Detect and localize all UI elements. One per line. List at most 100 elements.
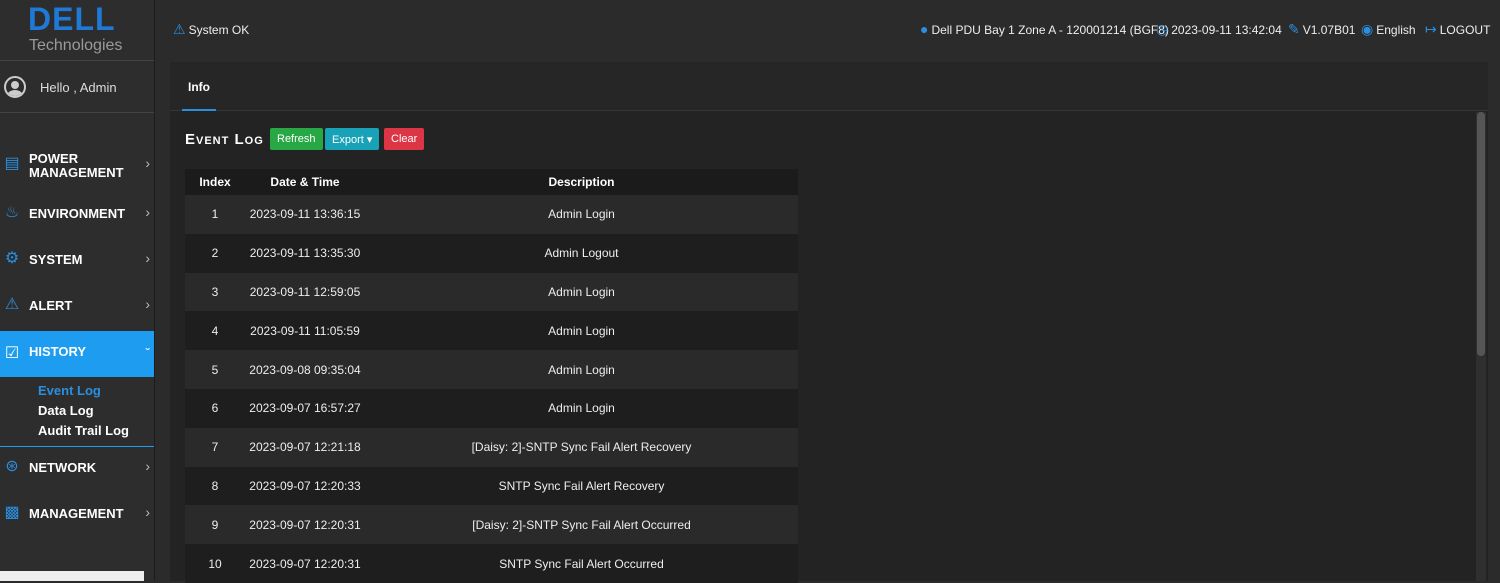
- thermometer-icon: ♨: [4, 204, 20, 221]
- nav-label-management-sub: MANAGEMENT: [29, 165, 124, 180]
- cell-datetime: 2023-09-11 13:35:30: [245, 233, 365, 273]
- nav-label-management: MANAGEMENT: [29, 506, 124, 521]
- chevron-right-icon: ›: [145, 504, 150, 520]
- monitor-plug-icon: ▤: [4, 155, 20, 172]
- sidebar-item-power-management[interactable]: ▤ POWER MANAGEMENT ›: [0, 141, 154, 187]
- cell-description: [Daisy: 2]-SNTP Sync Fail Alert Recovery: [365, 427, 798, 467]
- cell-description: Admin Login: [365, 272, 798, 312]
- cell-datetime: 2023-09-07 16:57:27: [245, 388, 365, 428]
- siren-icon: ⚠: [4, 296, 20, 313]
- chevron-right-icon: ›: [145, 296, 150, 312]
- brand-name: DELL: [28, 1, 116, 37]
- cell-description: Admin Login: [365, 195, 798, 234]
- clear-button[interactable]: Clear: [384, 128, 425, 150]
- sidebar-item-management[interactable]: ▩ MANAGEMENT ›: [0, 490, 154, 536]
- chevron-right-icon: ›: [145, 250, 150, 266]
- sidebar-item-history[interactable]: ☑ HISTORY ˇ: [0, 331, 154, 377]
- tab-info[interactable]: Info: [188, 80, 210, 94]
- cell-description: Admin Login: [365, 350, 798, 389]
- device-location: ● Dell PDU Bay 1 Zone A - 120001214 (BGF8…: [920, 21, 1169, 37]
- table-row: 6 2023-09-07 16:57:27 Admin Login: [185, 388, 798, 428]
- cell-datetime: 2023-09-07 12:21:18: [245, 427, 365, 467]
- brand-subtitle: Technologies: [29, 37, 123, 54]
- cell-datetime: 2023-09-07 12:20:33: [245, 466, 365, 506]
- table-row: 5 2023-09-08 09:35:04 Admin Login: [185, 350, 798, 389]
- cell-description: SNTP Sync Fail Alert Occurred: [365, 544, 798, 583]
- column-header-datetime: Date & Time: [245, 169, 365, 195]
- wifi-antenna-icon: ⊛: [5, 458, 19, 475]
- event-log-table: Index Date & Time Description 1 2023-09-1…: [185, 169, 798, 583]
- export-dropdown-button[interactable]: Export ▾: [325, 128, 380, 150]
- cell-datetime: 2023-09-07 12:20:31: [245, 505, 365, 545]
- globe-icon: ◉: [1361, 21, 1374, 37]
- nav-label-system: SYSTEM: [29, 252, 83, 267]
- cell-description: [Daisy: 2]-SNTP Sync Fail Alert Occurred: [365, 505, 798, 545]
- system-status-text: System OK: [188, 23, 250, 37]
- sidebar-item-network[interactable]: ⊛ NETWORK ›: [0, 444, 154, 490]
- logout-button[interactable]: ↦ LOGOUT: [1425, 21, 1490, 38]
- cell-datetime: 2023-09-08 09:35:04: [245, 350, 365, 389]
- table-row: 7 2023-09-07 12:21:18 [Daisy: 2]-SNTP Sync…: [185, 427, 798, 467]
- sidebar-item-alert[interactable]: ⚠ ALERT ›: [0, 282, 154, 328]
- avatar-icon: [4, 76, 26, 98]
- cell-datetime: 2023-09-11 12:59:05: [245, 272, 365, 312]
- cell-index: 10: [185, 544, 245, 583]
- pencil-icon: ✎: [1288, 21, 1300, 37]
- submenu-data-log[interactable]: Data Log: [38, 403, 94, 418]
- dell-logo[interactable]: DELL Technologies: [0, 0, 154, 61]
- table-row: 9 2023-09-07 12:20:31 [Daisy: 2]-SNTP Sync…: [185, 505, 798, 545]
- cell-datetime: 2023-09-11 13:36:15: [245, 195, 365, 234]
- device-datetime-text: 2023-09-11 13:42:04: [1171, 23, 1282, 37]
- main-content: Info Event Log Refresh Export ▾ Clear In…: [170, 62, 1488, 583]
- location-pin-icon: ●: [920, 21, 929, 37]
- nav-label-network: NETWORK: [29, 460, 97, 475]
- system-status: ⚠ System OK: [173, 21, 249, 38]
- cell-datetime: 2023-09-11 11:05:59: [245, 311, 365, 351]
- firmware-version: ✎ V1.07B01: [1288, 21, 1355, 38]
- nav-label-power: POWER: [29, 151, 79, 166]
- table-row: 3 2023-09-11 12:59:05 Admin Login: [185, 272, 798, 312]
- content-scrollbar[interactable]: [1476, 112, 1486, 581]
- siren-icon: ⚠: [173, 21, 186, 37]
- cell-index: 6: [185, 388, 245, 428]
- user-greeting: Hello , Admin: [0, 62, 154, 113]
- submenu-audit-trail-log[interactable]: Audit Trail Log: [38, 423, 129, 438]
- sidebar-item-system[interactable]: ⚙ SYSTEM ›: [0, 236, 154, 282]
- firmware-version-text: V1.07B01: [1302, 23, 1356, 37]
- cell-index: 8: [185, 466, 245, 506]
- table-header-row: Index Date & Time Description: [185, 169, 798, 195]
- cell-description: Admin Login: [365, 311, 798, 351]
- nav-label-alert: ALERT: [29, 298, 73, 313]
- page-title: Event Log: [185, 131, 264, 148]
- table-row: 8 2023-09-07 12:20:33 SNTP Sync Fail Alert…: [185, 466, 798, 506]
- cell-index: 4: [185, 311, 245, 351]
- table-row: 10 2023-09-07 12:20:31 SNTP Sync Fail Aler…: [185, 544, 798, 583]
- cell-index: 9: [185, 505, 245, 545]
- refresh-button[interactable]: Refresh: [270, 128, 323, 150]
- cell-description: Admin Logout: [365, 233, 798, 273]
- chevron-right-icon: ›: [145, 458, 150, 474]
- device-datetime: ◷ 2023-09-11 13:42:04: [1156, 21, 1282, 38]
- cell-index: 2: [185, 233, 245, 273]
- clock-icon: ◷: [1156, 21, 1169, 37]
- scrollbar-thumb[interactable]: [1477, 112, 1485, 356]
- active-tab-indicator: [182, 109, 216, 111]
- cell-index: 7: [185, 427, 245, 467]
- submenu-event-log[interactable]: Event Log: [38, 383, 101, 398]
- table-row: 4 2023-09-11 11:05:59 Admin Login: [185, 311, 798, 351]
- nav-label-history: HISTORY: [29, 344, 87, 359]
- language-selector[interactable]: ◉ English: [1361, 21, 1416, 38]
- logout-icon: ↦: [1425, 21, 1437, 37]
- chevron-right-icon: ›: [145, 204, 150, 220]
- column-header-description: Description: [365, 169, 798, 195]
- greeting-text: Hello , Admin: [40, 80, 117, 95]
- browser-status-bar: [0, 571, 144, 581]
- logout-text: LOGOUT: [1439, 23, 1491, 37]
- history-submenu: Event Log Data Log Audit Trail Log: [0, 376, 154, 447]
- sidebar-item-environment[interactable]: ♨ ENVIRONMENT ›: [0, 190, 154, 236]
- chevron-down-icon: ˇ: [145, 345, 150, 361]
- nav-label-environment: ENVIRONMENT: [29, 206, 126, 221]
- device-location-text: Dell PDU Bay 1 Zone A - 120001214 (BGF8): [931, 23, 1169, 37]
- table-row: 2 2023-09-11 13:35:30 Admin Logout: [185, 233, 798, 273]
- tab-bar: Info: [170, 62, 1488, 111]
